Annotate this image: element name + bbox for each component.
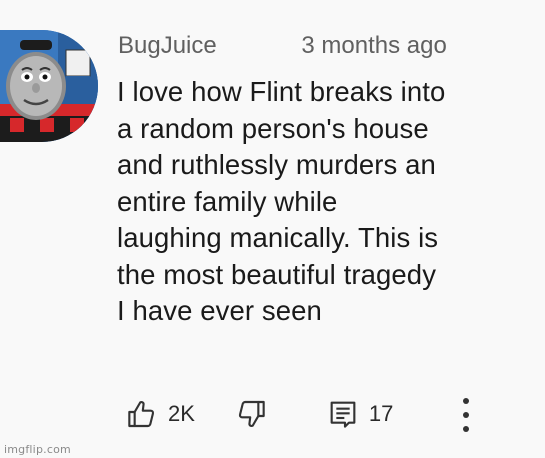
more-options-button[interactable] bbox=[456, 395, 476, 435]
comment-thread: BugJuice 3 months ago I love how Flint b… bbox=[0, 0, 545, 458]
like-button[interactable]: 2K bbox=[126, 398, 195, 430]
more-vert-icon bbox=[463, 398, 469, 432]
reply-count: 17 bbox=[368, 401, 394, 426]
comment-author[interactable]: BugJuice bbox=[118, 32, 217, 59]
avatar[interactable] bbox=[0, 30, 98, 142]
reply-comment-icon bbox=[330, 401, 356, 428]
like-count: 2K bbox=[168, 401, 195, 426]
watermark: imgflip.com bbox=[4, 443, 71, 456]
comment-timestamp[interactable]: 3 months ago bbox=[301, 32, 446, 59]
dislike-button[interactable] bbox=[235, 398, 267, 430]
comment-text: I love how Flint breaks into a random pe… bbox=[117, 76, 446, 326]
comment-header: BugJuice 3 months ago bbox=[118, 30, 447, 62]
replies-button[interactable]: 17 bbox=[327, 398, 393, 430]
thumb-down-icon bbox=[238, 400, 265, 428]
comment-actions: 2K 17 bbox=[126, 394, 393, 434]
tank-engine-face-avatar-icon bbox=[0, 30, 98, 142]
thumb-up-icon bbox=[128, 400, 155, 428]
